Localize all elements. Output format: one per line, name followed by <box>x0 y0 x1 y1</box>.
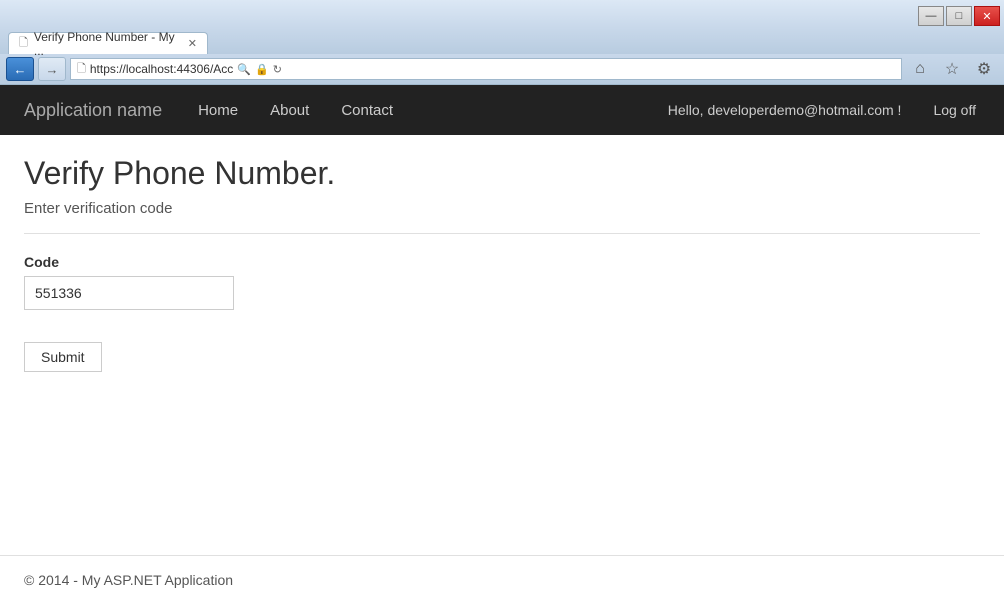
section-divider <box>24 233 980 234</box>
address-input[interactable]: 🗋 https://localhost:44306/Acc 🔍 🔒 ↻ <box>70 58 902 80</box>
toolbar-icons: ⌂ ☆ ⚙ <box>906 57 998 81</box>
nav-link-about[interactable]: About <box>258 85 321 135</box>
refresh-icon[interactable]: ↻ <box>273 63 282 76</box>
nav-link-home[interactable]: Home <box>186 85 250 135</box>
close-button[interactable]: ✕ <box>974 6 1000 26</box>
lock-icon: 🔒 <box>255 63 269 76</box>
code-form-group: Code <box>24 254 980 310</box>
tab-label: Verify Phone Number - My ... <box>34 30 182 58</box>
page-icon: 🗋 <box>77 60 86 79</box>
tab-page-icon: 🗋 <box>19 34 28 53</box>
browser-tab[interactable]: 🗋 Verify Phone Number - My ... ✕ <box>8 32 208 54</box>
window-controls: — □ ✕ <box>918 6 1000 26</box>
search-icon: 🔍 <box>237 63 251 76</box>
page-subtitle: Enter verification code <box>24 200 980 217</box>
minimize-button[interactable]: — <box>918 6 944 26</box>
settings-icon[interactable]: ⚙ <box>970 57 998 81</box>
page-content: Verify Phone Number. Enter verification … <box>0 135 1004 555</box>
code-label: Code <box>24 254 980 270</box>
address-bar: ← → 🗋 https://localhost:44306/Acc 🔍 🔒 ↻ … <box>0 54 1004 84</box>
maximize-button[interactable]: □ <box>946 6 972 26</box>
home-icon[interactable]: ⌂ <box>906 57 934 81</box>
tab-bar: 🗋 Verify Phone Number - My ... ✕ <box>0 28 1004 54</box>
nav-link-contact[interactable]: Contact <box>329 85 405 135</box>
app-brand[interactable]: Application name <box>16 100 170 121</box>
page-title: Verify Phone Number. <box>24 155 980 192</box>
tab-close-icon[interactable]: ✕ <box>188 37 197 50</box>
back-button[interactable]: ← <box>6 57 34 81</box>
address-text: https://localhost:44306/Acc <box>90 62 233 76</box>
browser-chrome: — □ ✕ 🗋 Verify Phone Number - My ... ✕ ←… <box>0 0 1004 85</box>
nav-user-display: Hello, developerdemo@hotmail.com ! <box>656 102 914 118</box>
code-input[interactable] <box>24 276 234 310</box>
forward-button[interactable]: → <box>38 57 66 81</box>
footer-text: © 2014 - My ASP.NET Application <box>24 572 233 588</box>
favorites-icon[interactable]: ☆ <box>938 57 966 81</box>
submit-button[interactable]: Submit <box>24 342 102 372</box>
app-navbar: Application name Home About Contact Hell… <box>0 85 1004 135</box>
nav-logoff-link[interactable]: Log off <box>921 102 988 118</box>
title-bar: — □ ✕ <box>0 0 1004 28</box>
